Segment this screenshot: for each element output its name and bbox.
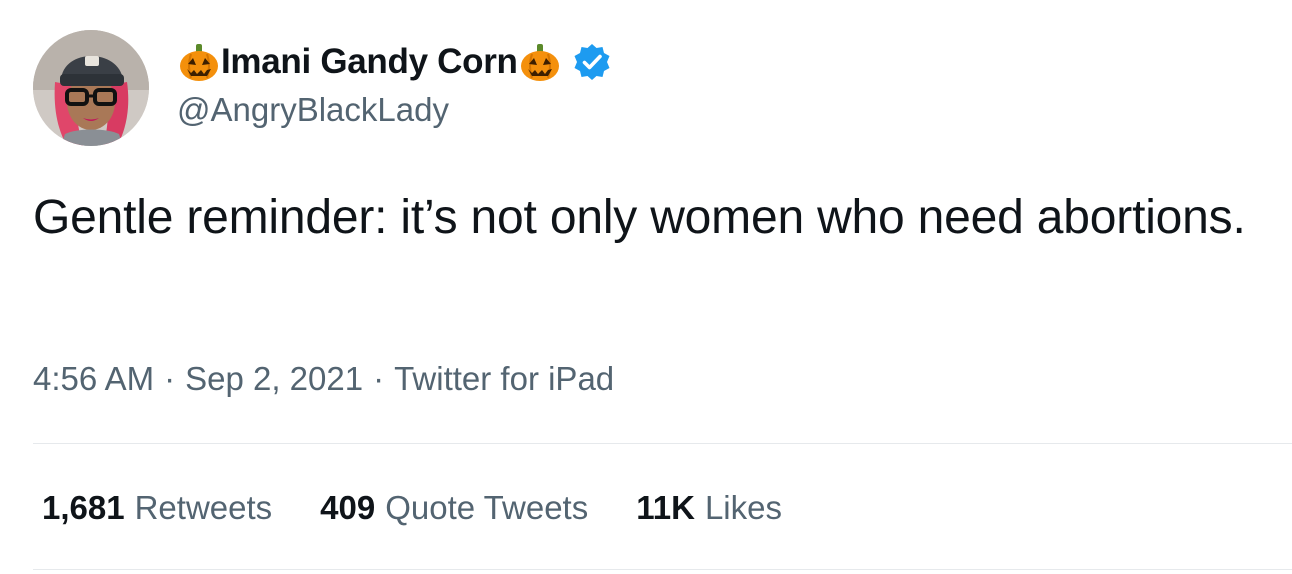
retweets-count: 1,681 xyxy=(42,489,125,526)
divider xyxy=(33,569,1292,570)
author-name-row[interactable]: Imani Gandy Corn xyxy=(177,38,612,86)
tweet-date[interactable]: Sep 2, 2021 xyxy=(185,360,363,397)
tweet-meta: 4:56 AM · Sep 2, 2021 · Twitter for iPad xyxy=(33,357,614,401)
tweet-source[interactable]: Twitter for iPad xyxy=(394,360,614,397)
tweet-stats: 1,681 Retweets 409 Quote Tweets 11K Likes xyxy=(42,484,830,532)
likes-stat[interactable]: 11K Likes xyxy=(636,484,782,532)
jack-o-lantern-icon xyxy=(177,40,221,84)
quote-tweets-label: Quote Tweets xyxy=(385,489,589,526)
retweets-label: Retweets xyxy=(134,489,273,526)
author-identity: Imani Gandy Corn @AngryBlackLady xyxy=(177,38,612,130)
likes-count: 11K xyxy=(636,489,695,526)
author-handle[interactable]: @AngryBlackLady xyxy=(177,90,612,130)
tweet-text: Gentle reminder: it’s not only women who… xyxy=(33,191,1246,244)
meta-separator: · xyxy=(373,360,385,397)
retweets-stat[interactable]: 1,681 Retweets xyxy=(42,484,272,532)
author-display-name[interactable]: Imani Gandy Corn xyxy=(221,38,518,86)
verified-badge-icon[interactable] xyxy=(572,42,612,82)
quote-tweets-stat[interactable]: 409 Quote Tweets xyxy=(320,484,588,532)
meta-separator: · xyxy=(164,360,176,397)
quote-tweets-count: 409 xyxy=(320,489,376,526)
likes-label: Likes xyxy=(704,489,782,526)
jack-o-lantern-icon xyxy=(518,40,562,84)
divider xyxy=(33,443,1292,444)
tweet-time[interactable]: 4:56 AM xyxy=(33,360,154,397)
tweet-header: Imani Gandy Corn @AngryBlackLady xyxy=(33,30,612,148)
tweet: Imani Gandy Corn @AngryBlackLady Gentle … xyxy=(0,0,1292,574)
avatar[interactable] xyxy=(33,30,149,146)
avatar-image xyxy=(33,30,149,146)
